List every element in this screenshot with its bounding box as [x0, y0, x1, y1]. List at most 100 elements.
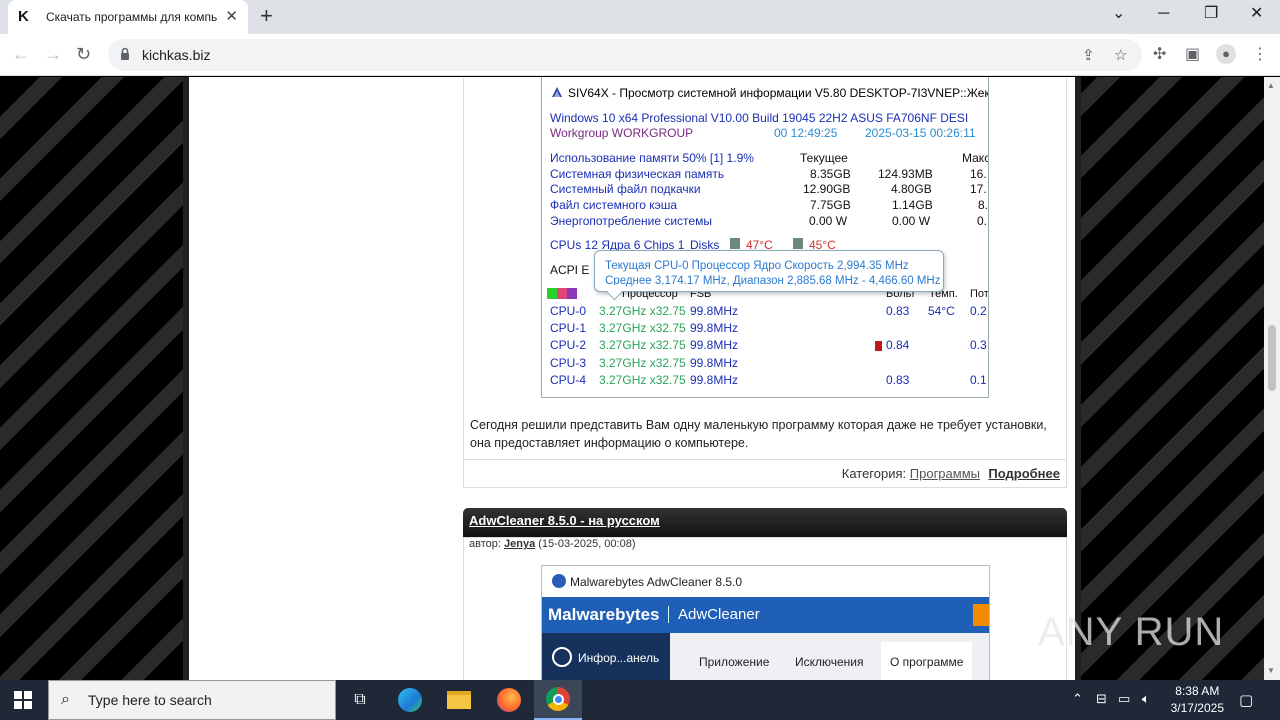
content-column: SIV64X - Просмотр системной информации V… — [183, 77, 1081, 680]
cpu-speed: 3.27GHz x32.75 — [599, 356, 686, 370]
tooltip-line2: Среднее 3,174.17 MHz, Диапазон 2,885.68 … — [605, 275, 941, 287]
siv-window-title: SIV64X - Просмотр системной информации V… — [550, 85, 989, 100]
siv-title-text: SIV64X - Просмотр системной информации V… — [568, 86, 989, 100]
volume-icon[interactable]: 🔈︎ — [1142, 691, 1150, 707]
address-bar[interactable]: kichkas.biz ⇪ ☆ — [108, 39, 1142, 71]
siv-row-label: Файл системного кэша — [550, 198, 678, 212]
new-tab-button[interactable]: + — [260, 5, 273, 27]
tray-chevron-icon[interactable]: ⌃ — [1072, 691, 1083, 707]
network-icon[interactable]: ▭ — [1118, 691, 1130, 707]
siv-os-line: Windows 10 x64 Professional V10.00 Build… — [550, 111, 969, 125]
cpu-speed: 3.27GHz x32.75 — [599, 321, 686, 335]
folder-icon — [447, 691, 471, 709]
siv-row-max: 16. — [970, 167, 987, 181]
adwcleaner-screenshot: Malwarebytes AdwCleaner 8.5.0 Malwarebyt… — [541, 565, 990, 680]
color-legend — [547, 288, 577, 302]
system-clock[interactable]: 8:38 AM 3/17/2025 — [1171, 683, 1224, 717]
cpu-volt: 0.84 — [886, 338, 910, 352]
author-label: автор: — [469, 538, 501, 550]
cpu-speed: 3.27GHz x32.75 — [599, 373, 686, 387]
siv-row-b: 4.80GB — [891, 182, 932, 196]
tab-close-icon[interactable]: ✕ — [225, 9, 238, 25]
siv-row-cur: 0.00 W — [809, 214, 848, 228]
page-viewport: SIV64X - Просмотр системной информации V… — [0, 77, 1264, 680]
post-card: SIV64X - Просмотр системной информации V… — [463, 77, 1067, 488]
extensions-icon[interactable]: ✣ — [1153, 44, 1166, 64]
adw-tab-active: О программе — [881, 642, 973, 680]
siv-row-max: 8. — [978, 198, 989, 212]
windows-start-icon[interactable] — [14, 691, 32, 709]
taskbar-file-explorer[interactable] — [435, 680, 483, 720]
disk-indicator — [793, 238, 803, 249]
back-button[interactable]: ← — [12, 44, 30, 64]
adw-sidebar: Инфор...анель — [542, 633, 670, 680]
url-text: kichkas.biz — [142, 47, 211, 63]
adw-brand-bar: Malwarebytes AdwCleaner — [542, 597, 989, 633]
post-footer: Категория: Программы Подробнее — [464, 459, 1066, 487]
post-header: AdwCleaner 8.5.0 - на русском — [463, 508, 1067, 537]
siv-mem-header: Использование памяти 50% [1] 1.9% — [550, 151, 754, 165]
side-panel-icon[interactable]: ▣ — [1185, 44, 1200, 64]
share-icon[interactable]: ⇪ — [1082, 46, 1095, 64]
cpu-speed: 3.27GHz x32.75 — [599, 304, 686, 318]
cpu-name: CPU-3 — [550, 356, 587, 370]
cpu-temp: 54°C — [928, 304, 955, 318]
siv-row-b: 0.00 W — [892, 214, 931, 228]
taskbar-edge[interactable] — [386, 680, 434, 720]
cpu-name: CPU-2 — [550, 338, 587, 352]
windows-taskbar: ⌕ Type here to search ⧉ ⌃ ⊟ ▭ 🔈︎ 8:38 AM… — [0, 680, 1280, 720]
menu-kebab-icon[interactable]: ⋮ — [1252, 44, 1268, 64]
adw-logo-icon — [552, 574, 566, 588]
siv-workgroup: Workgroup WORKGROUP — [550, 126, 694, 140]
scroll-up-icon[interactable]: ▲ — [1267, 81, 1275, 90]
scroll-down-icon[interactable]: ▼ — [1267, 666, 1275, 675]
taskbar-firefox[interactable] — [485, 680, 533, 720]
siv-row-label: Энергопотребление системы — [550, 214, 712, 228]
taskbar-chrome[interactable] — [534, 680, 582, 720]
siv-row-max: 17. — [970, 182, 987, 196]
cpu-volt: 0.83 — [886, 304, 910, 318]
network-drive-icon[interactable]: ⊟ — [1096, 691, 1107, 707]
author-link[interactable]: Jenya — [504, 538, 535, 550]
siv-row-label: Системный файл подкачки — [550, 182, 701, 196]
cpu-speed-tooltip: Текущая CPU-0 Процессор Ядро Скорость 2,… — [594, 250, 944, 292]
dashboard-pulse-icon — [552, 647, 572, 667]
profile-avatar-icon[interactable]: ● — [1216, 44, 1236, 64]
reload-button[interactable]: ↻ — [76, 44, 91, 64]
adw-tab: Исключения — [795, 655, 864, 669]
browser-tab-active[interactable]: K Скачать программы для компьютера ✕ — [8, 0, 248, 34]
anyrun-watermark: ANY RUN — [1038, 610, 1225, 654]
cpu-fsb: 99.8MHz — [690, 304, 739, 318]
bookmark-star-icon[interactable]: ☆ — [1114, 46, 1127, 64]
chrome-icon-center — [552, 693, 564, 705]
forward-button[interactable]: → — [44, 44, 62, 64]
minimize-button[interactable]: ─ — [1158, 6, 1169, 22]
clock-date: 3/17/2025 — [1170, 701, 1224, 715]
cpu-fsb: 99.8MHz — [690, 373, 739, 387]
tooltip-line1: Текущая CPU-0 Процессор Ядро Скорость 2,… — [605, 260, 909, 272]
post-title-link[interactable]: AdwCleaner 8.5.0 - на русском — [469, 513, 660, 528]
adw-tab: Приложение — [699, 655, 770, 669]
taskbar-search-box[interactable]: ⌕ Type here to search — [48, 680, 336, 720]
cpu-name: CPU-0 — [550, 304, 587, 318]
tab-search-chevron-icon[interactable]: ⌄ — [1112, 6, 1125, 22]
post-date: (15-03-2025, 00:08) — [538, 538, 636, 550]
close-window-button[interactable]: ✕ — [1250, 6, 1263, 22]
cpu-speed: 3.27GHz x32.75 — [599, 338, 686, 352]
category-link[interactable]: Программы — [910, 466, 980, 481]
scrollbar-thumb[interactable] — [1268, 325, 1276, 391]
lock-icon — [121, 47, 129, 60]
siv-row-cur: 8.35GB — [810, 167, 851, 181]
page-scrollbar[interactable]: ▲ ▼ — [1264, 77, 1280, 680]
task-view-button[interactable]: ⧉ — [336, 680, 384, 720]
edge-icon — [398, 688, 422, 712]
category-label: Категория: — [841, 466, 907, 481]
read-more-link[interactable]: Подробнее — [988, 466, 1060, 481]
clock-time: 8:38 AM — [1175, 684, 1220, 698]
siv-datetime: 2025-03-15 00:26:11 — [865, 126, 976, 140]
restore-button[interactable]: ❐ — [1204, 6, 1218, 22]
adw-upgrade-badge — [973, 604, 989, 626]
cpu-name: CPU-1 — [550, 321, 587, 335]
notifications-icon[interactable]: ▢ — [1239, 691, 1253, 709]
adw-window-title: Malwarebytes AdwCleaner 8.5.0 — [552, 574, 742, 589]
